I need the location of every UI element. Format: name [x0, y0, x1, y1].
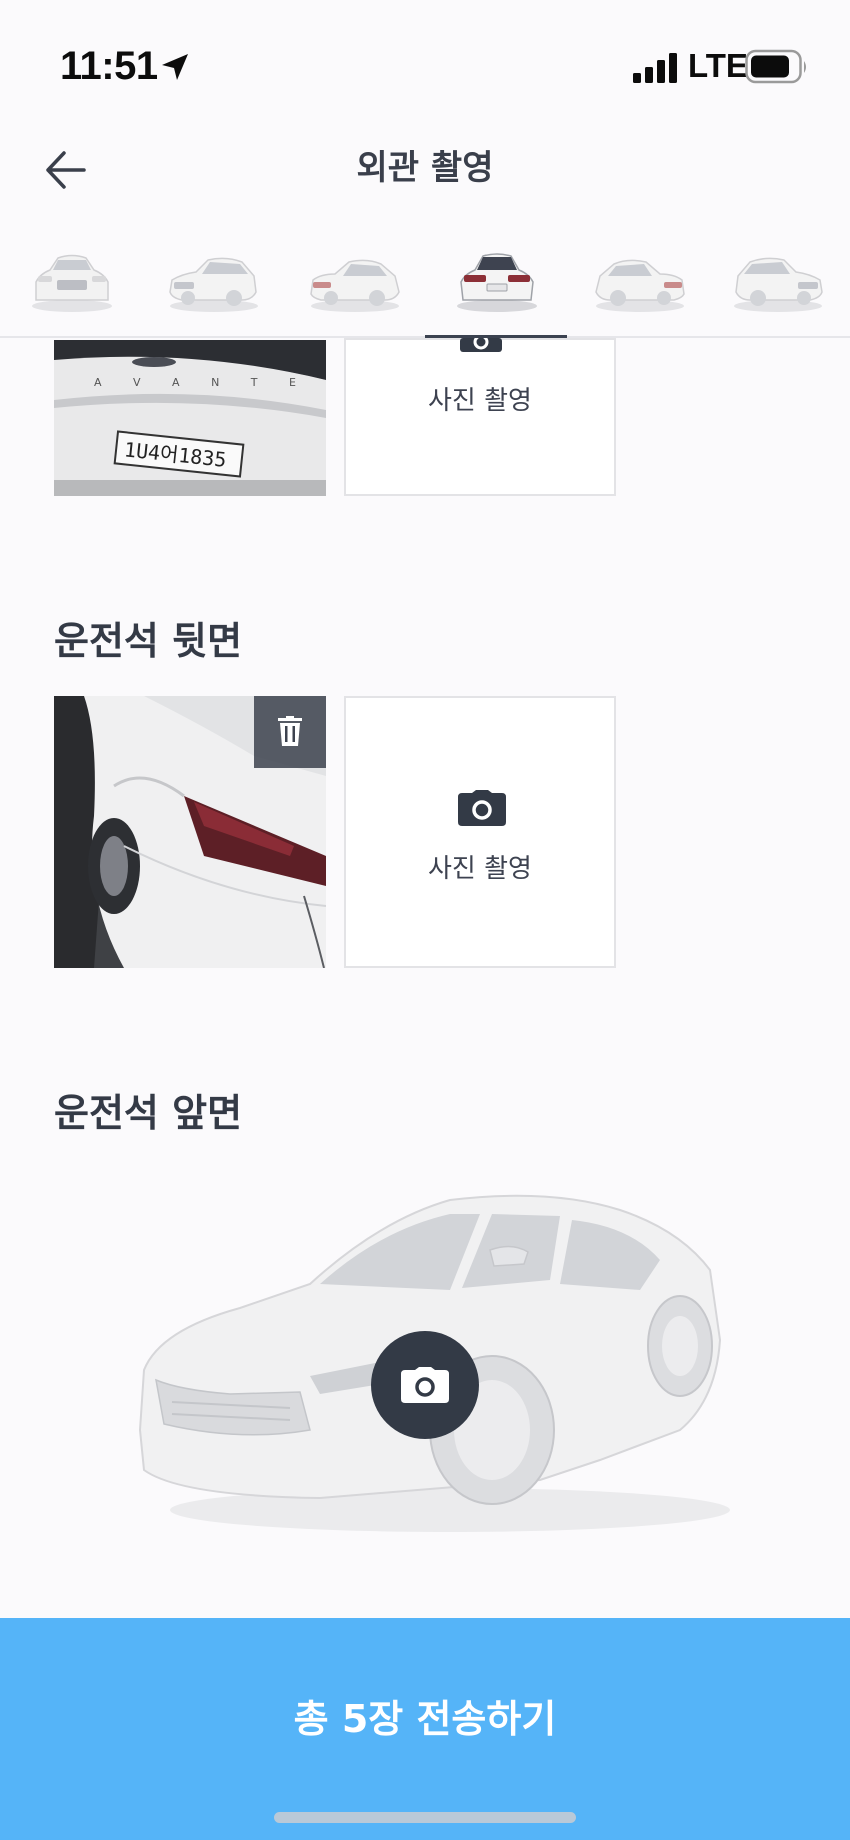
status-time: 11:51 [60, 44, 158, 88]
shutter-button[interactable] [371, 1331, 479, 1439]
thumb-rear-left[interactable] [305, 240, 405, 320]
driver-rear-capture-button[interactable]: 사진 촬영 [344, 696, 616, 968]
thumb-rear-right[interactable] [590, 240, 690, 320]
capture-label: 사진 촬영 [428, 386, 532, 416]
home-indicator [274, 1812, 576, 1823]
thumb-rear[interactable] [447, 240, 547, 320]
camera-icon [458, 790, 506, 826]
rear-photo-image: A V A N T E 1U4어1835 [54, 340, 326, 496]
network-label: LTE [688, 47, 748, 84]
camera-icon [460, 338, 502, 352]
status-bar: 11:51 LTE [0, 0, 850, 120]
thumb-front-left[interactable] [162, 240, 262, 320]
submit-label: 총 5장 전송하기 [293, 1697, 557, 1741]
rear-photo[interactable]: A V A N T E 1U4어1835 [54, 340, 326, 496]
driver-rear-photo[interactable] [54, 696, 326, 968]
thumb-front-right[interactable] [730, 240, 830, 320]
trash-icon [278, 716, 302, 746]
location-arrow-icon [162, 54, 188, 80]
thumb-front[interactable] [22, 240, 122, 320]
signal-icon [633, 53, 677, 83]
submit-button[interactable]: 총 5장 전송하기 [0, 1618, 850, 1840]
rear-capture-button[interactable]: 사진 촬영 [344, 338, 616, 496]
capture-label: 사진 촬영 [428, 854, 532, 884]
nav-bar: 외관 촬영 [0, 120, 850, 226]
camera-icon [401, 1367, 449, 1403]
page-title: 외관 촬영 [356, 148, 494, 188]
svg-text:A V A N T E: A V A N T E [94, 376, 310, 389]
delete-photo-button[interactable] [254, 696, 326, 768]
section-heading-driver-front: 운전석 앞면 [54, 1091, 243, 1135]
battery-icon [745, 49, 806, 84]
section-heading-driver-rear: 운전석 뒷면 [54, 619, 243, 663]
view-thumbnail-strip [0, 226, 850, 338]
